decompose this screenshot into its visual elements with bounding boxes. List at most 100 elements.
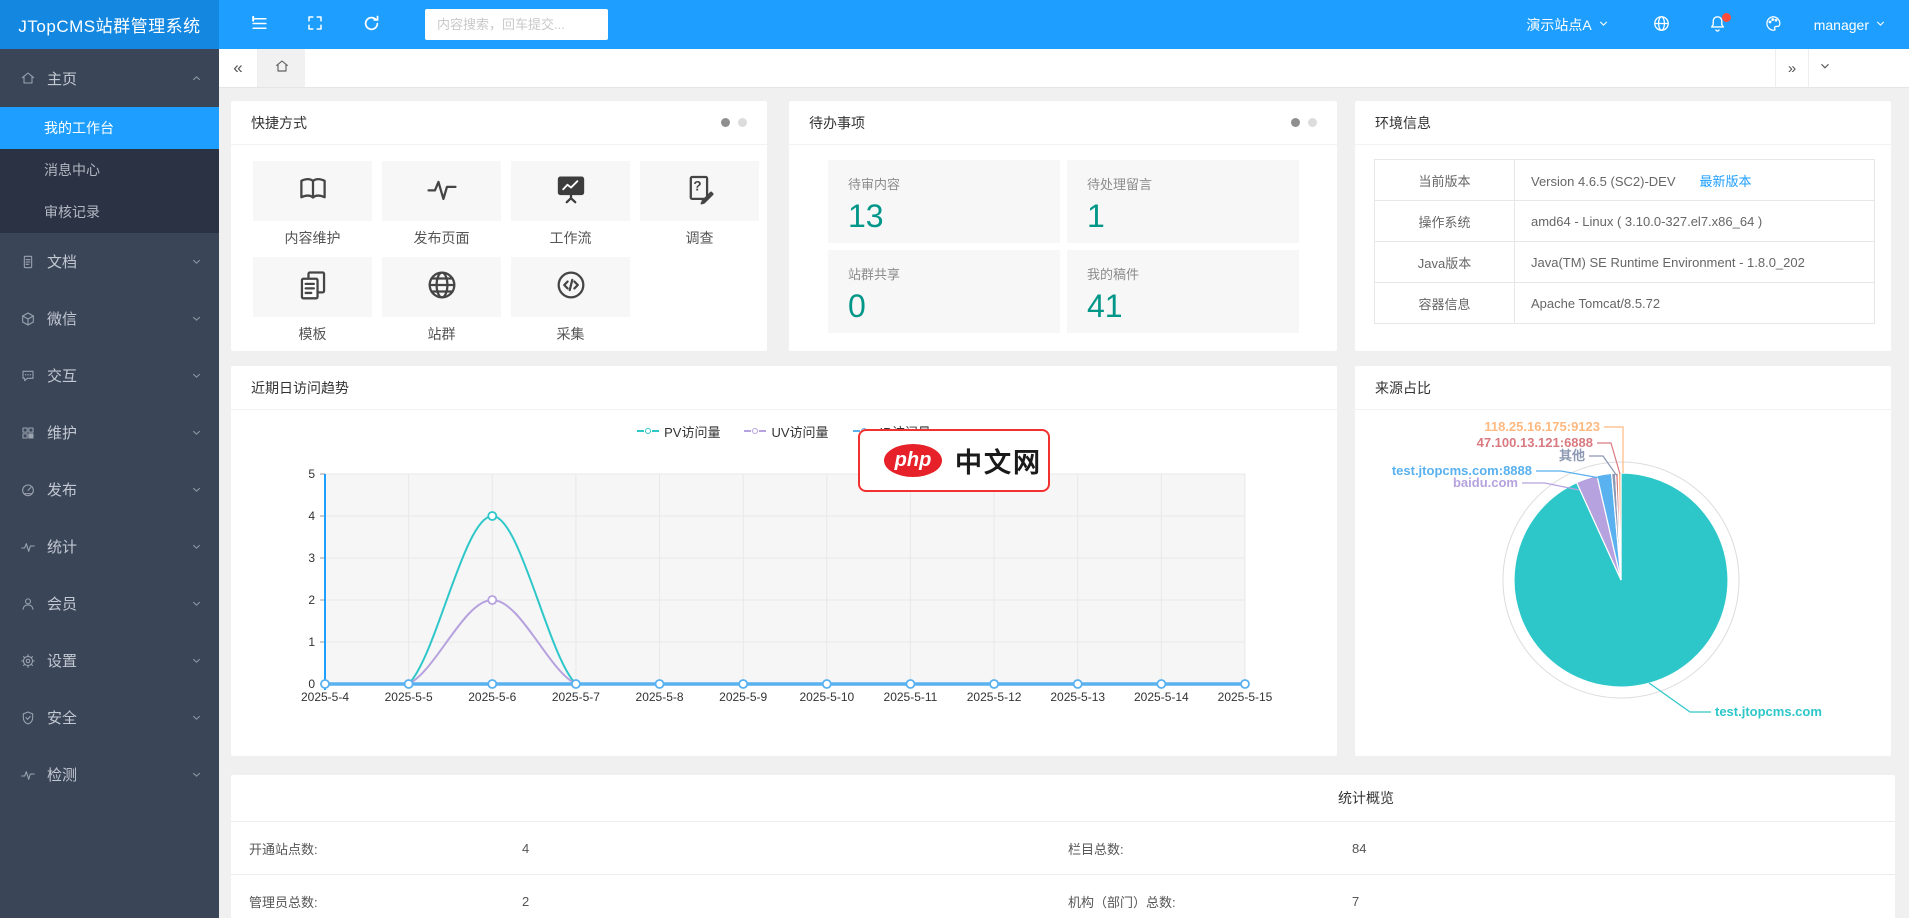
sidebar-item-7[interactable]: 会员 — [0, 575, 219, 632]
overview-row: 开通站点数:4栏目总数:84 — [231, 822, 1895, 875]
card-title: 环境信息 — [1375, 113, 1431, 133]
svg-text:47.100.13.121:6888: 47.100.13.121:6888 — [1477, 435, 1593, 450]
menu-icon — [250, 14, 269, 36]
globe-icon — [1652, 14, 1671, 36]
sidebar-submenu: 我的工作台消息中心审核记录 — [0, 107, 219, 233]
sidebar-item-4[interactable]: 维护 — [0, 404, 219, 461]
sidebar-item-label: 检测 — [47, 764, 77, 785]
site-selector[interactable]: 演示站点A — [1526, 15, 1609, 35]
env-value: amd64 - Linux ( 3.10.0-327.el7.x86_64 ) — [1515, 201, 1875, 242]
tab-home[interactable] — [258, 49, 305, 87]
sidebar-item-2[interactable]: 微信 — [0, 290, 219, 347]
todo-stat[interactable]: 待处理留言1 — [1067, 160, 1299, 243]
sidebar-item-label: 发布 — [47, 479, 77, 500]
palette-icon — [1764, 14, 1783, 36]
stat-label: 我的稿件 — [1087, 264, 1299, 283]
svg-text:2025-5-13: 2025-5-13 — [1050, 690, 1105, 704]
sidebar-item-9[interactable]: 安全 — [0, 689, 219, 746]
template-icon — [296, 268, 330, 307]
sidebar-item-3[interactable]: 交互 — [0, 347, 219, 404]
todo-grid: 待审内容13待处理留言1站群共享0 我的稿件 41 — [789, 145, 1337, 333]
tabs-scroll-right-button[interactable]: » — [1775, 49, 1808, 87]
tabs-scroll-left-button[interactable]: « — [219, 49, 258, 87]
php-watermark: php 中文网 — [858, 429, 1050, 492]
interact-icon — [20, 368, 36, 384]
svg-text:2025-5-9: 2025-5-9 — [719, 690, 767, 704]
shortcut-label: 站群 — [382, 317, 501, 353]
svg-text:5: 5 — [308, 467, 315, 481]
chevron-down-icon — [190, 426, 203, 439]
legend-item[interactable]: UV访问量 — [744, 422, 828, 441]
carousel-dots[interactable] — [1291, 118, 1317, 127]
todo-stat[interactable]: 我的稿件 41 — [1067, 250, 1299, 333]
theme-button[interactable] — [1746, 0, 1802, 49]
env-row: Java版本Java(TM) SE Runtime Environment - … — [1375, 242, 1875, 283]
sidebar-subitem[interactable]: 审核记录 — [0, 191, 219, 233]
shortcut-survey[interactable]: ?调查 — [640, 161, 759, 257]
chevron-down-icon — [1818, 59, 1832, 77]
fullscreen-button[interactable] — [287, 0, 343, 49]
shortcut-template[interactable]: 模板 — [253, 257, 372, 353]
legend-item[interactable]: PV访问量 — [637, 422, 720, 441]
svg-text:1: 1 — [308, 635, 315, 649]
overview-rows: 开通站点数:4栏目总数:84管理员总数:2机构（部门）总数:7 — [231, 822, 1895, 918]
env-value: Java(TM) SE Runtime Environment - 1.8.0_… — [1515, 242, 1875, 283]
latest-version-link[interactable]: 最新版本 — [1700, 174, 1752, 189]
card-title: 近期日访问趋势 — [251, 378, 349, 398]
shortcut-sites[interactable]: 站群 — [382, 257, 501, 353]
sidebar-subitem[interactable]: 消息中心 — [0, 149, 219, 191]
user-menu[interactable]: manager — [1814, 17, 1887, 33]
tabs-menu-button[interactable] — [1808, 49, 1841, 87]
shortcut-collect[interactable]: 采集 — [511, 257, 630, 353]
todo-stat[interactable]: 站群共享0 — [828, 250, 1060, 333]
overview-value: 7 — [1352, 894, 1895, 909]
sidebar-item-5[interactable]: 发布 — [0, 461, 219, 518]
svg-text:?: ? — [693, 178, 701, 193]
overview-card: 统计概览 开通站点数:4栏目总数:84管理员总数:2机构（部门）总数:7 — [231, 775, 1895, 918]
environment-card: 环境信息 当前版本Version 4.6.5 (SC2)-DEV最新版本操作系统… — [1355, 101, 1891, 351]
sidebar-item-1[interactable]: 文档 — [0, 233, 219, 290]
shortcut-book[interactable]: 内容维护 — [253, 161, 372, 257]
sidebar-item-label: 设置 — [47, 650, 77, 671]
todos-card: 待办事项 待审内容13待处理留言1站群共享0 我的稿件 41 — [789, 101, 1337, 351]
search-input[interactable] — [425, 9, 608, 40]
stats-icon — [20, 539, 36, 555]
chevron-down-icon — [190, 768, 203, 781]
sidebar-item-0[interactable]: 主页 — [0, 49, 219, 107]
svg-text:2025-5-15: 2025-5-15 — [1218, 690, 1273, 704]
detect-icon — [20, 767, 36, 783]
chevron-down-icon — [190, 540, 203, 553]
sidebar-subitem[interactable]: 我的工作台 — [0, 107, 219, 149]
sidebar-item-6[interactable]: 统计 — [0, 518, 219, 575]
todo-stat[interactable]: 待审内容13 — [828, 160, 1060, 243]
chevron-down-icon — [190, 711, 203, 724]
trend-chart: 0123452025-5-42025-5-52025-5-62025-5-720… — [237, 441, 1337, 714]
overview-label: 开通站点数: — [249, 839, 522, 858]
card-header: 来源占比 — [1355, 366, 1891, 410]
card-title: 快捷方式 — [251, 113, 307, 133]
card-title: 待办事项 — [809, 113, 865, 133]
settings-icon — [20, 653, 36, 669]
sidebar-toggle-button[interactable] — [231, 0, 287, 49]
overview-label: 机构（部门）总数: — [1068, 892, 1352, 911]
refresh-button[interactable] — [343, 0, 399, 49]
carousel-dots[interactable] — [721, 118, 747, 127]
svg-text:2025-5-7: 2025-5-7 — [552, 690, 600, 704]
stat-value: 41 — [1087, 288, 1299, 325]
survey-icon: ? — [683, 172, 717, 211]
sidebar-item-label: 安全 — [47, 707, 77, 728]
home-icon — [274, 58, 290, 79]
notifications-button[interactable] — [1690, 0, 1746, 49]
chevron-down-icon — [190, 597, 203, 610]
shortcut-workflow[interactable]: 工作流 — [511, 161, 630, 257]
sidebar-item-10[interactable]: 检测 — [0, 746, 219, 803]
sidebar-item-8[interactable]: 设置 — [0, 632, 219, 689]
env-value: Version 4.6.5 (SC2)-DEV最新版本 — [1515, 160, 1875, 201]
fullscreen-icon — [306, 14, 324, 35]
card-title: 统计概览 — [1338, 788, 1394, 808]
overview-label: 栏目总数: — [1068, 839, 1352, 858]
language-button[interactable] — [1634, 0, 1690, 49]
sidebar-item-label: 主页 — [47, 68, 77, 89]
shortcut-label: 工作流 — [511, 221, 630, 257]
shortcut-pulse[interactable]: 发布页面 — [382, 161, 501, 257]
